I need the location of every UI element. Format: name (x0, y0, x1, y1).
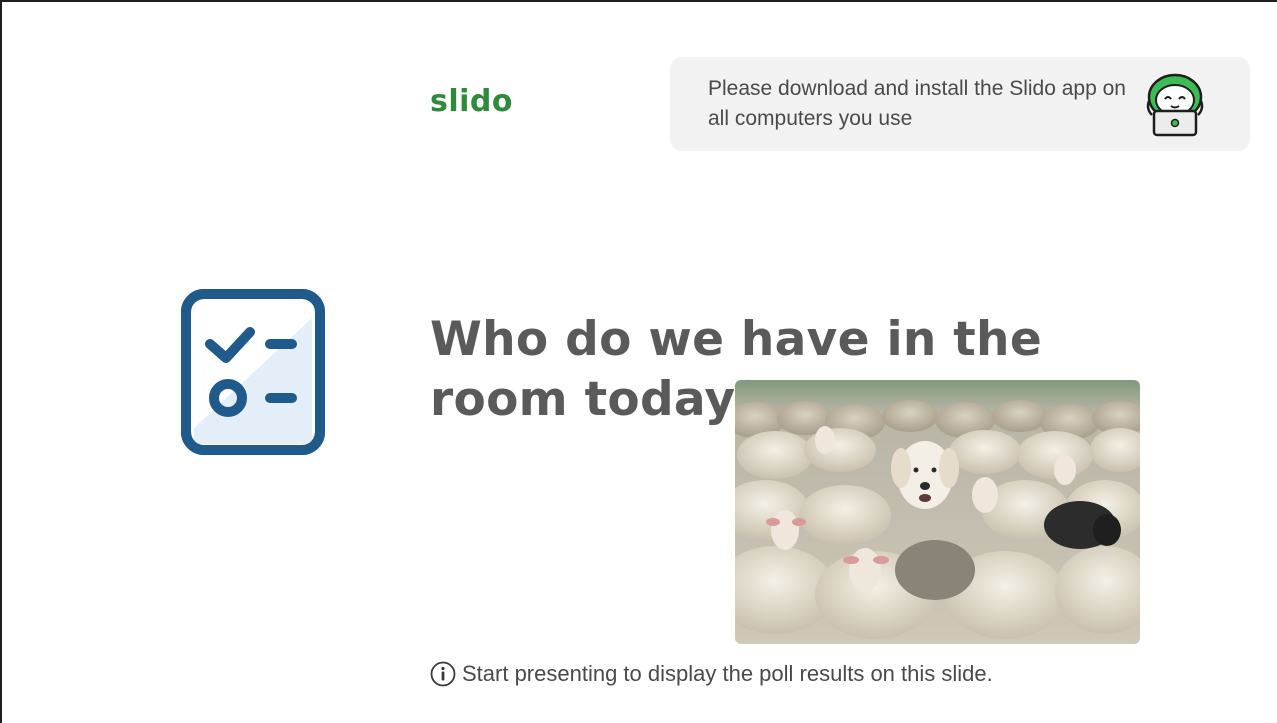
poll-results-note-text: Start presenting to display the poll res… (462, 661, 993, 686)
sheep-flock-with-dog-photo (735, 380, 1140, 644)
poll-checklist-icon (180, 288, 326, 456)
slido-mascot-laptop-icon (1140, 71, 1210, 137)
download-app-banner[interactable]: Please download and install the Slido ap… (670, 57, 1250, 151)
poll-results-note: Start presenting to display the poll res… (430, 658, 993, 690)
banner-message: Please download and install the Slido ap… (708, 77, 1126, 130)
info-icon (430, 661, 456, 687)
slido-logo: slido (430, 84, 514, 119)
slide: slido Please download and install the Sl… (0, 0, 1277, 723)
